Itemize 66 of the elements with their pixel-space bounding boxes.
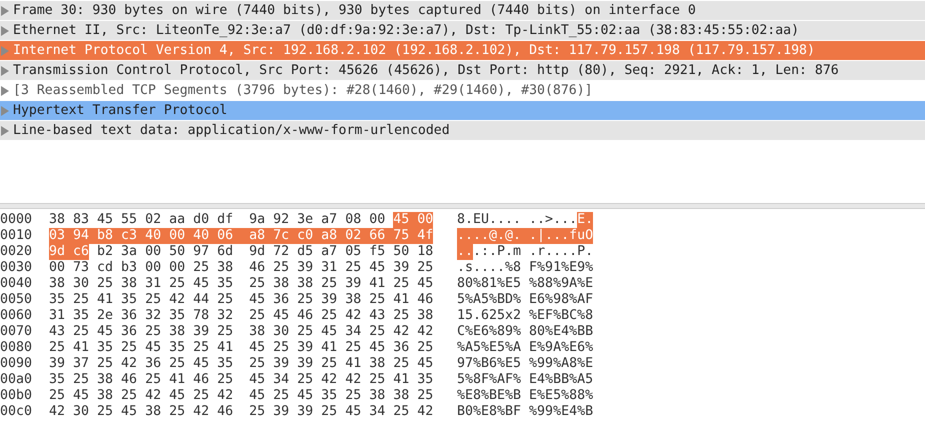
offset-label: 0020	[0, 244, 34, 260]
hex-bytes[interactable]: 9a 92 3e a7 08 00	[249, 212, 386, 228]
hex-bytes[interactable]: 25 39 39 25 45 34 25 42	[249, 404, 434, 420]
ascii-text[interactable]: .:.P.m	[473, 244, 522, 260]
hex-bytes[interactable]: 39 37 25 42 36 25 45 35	[49, 356, 234, 372]
hex-bytes[interactable]: 45 36 25 39 38 25 41 46	[249, 292, 434, 308]
hex-bytes[interactable]: 38 30 25 38 31 25 45 35	[49, 276, 234, 292]
hex-bytes[interactable]: 43 25 45 36 25 38 39 25	[49, 324, 234, 340]
hex-bytes[interactable]: 45 34 25 42 42 25 41 35	[249, 372, 434, 388]
ascii-text[interactable]: F%91%E9%	[529, 260, 594, 276]
offset-label: 0010	[0, 228, 34, 244]
hex-bytes[interactable]: 38 30 25 45 34 25 42 42	[249, 324, 434, 340]
ascii-text[interactable]: %A5%E5%A	[457, 340, 522, 356]
hex-bytes[interactable]: 46 25 39 31 25 45 39 25	[249, 260, 434, 276]
offset-label: 0040	[0, 276, 34, 292]
hex-bytes[interactable]: 00 73 cd b3 00 00 25 38	[49, 260, 234, 276]
hex-bytes[interactable]: 35 25 38 46 25 41 46 25	[49, 372, 234, 388]
ascii-text[interactable]: 80%E4%BB	[529, 324, 594, 340]
ascii-text[interactable]: %99%E4%B	[529, 404, 594, 420]
ascii-text[interactable]: C%E6%89%	[457, 324, 522, 340]
hex-bytes[interactable]: 25 38 38 25 39 41 25 45	[249, 276, 434, 292]
ascii-text[interactable]: 80%81%E5	[457, 276, 522, 292]
protocol-tree-row[interactable]: Line-based text data: application/x-www-form-urlencoded	[0, 121, 925, 140]
ascii-text[interactable]: 8.EU....	[457, 212, 522, 228]
hex-bytes[interactable]: 25 45 46 25 42 43 25 38	[249, 308, 434, 324]
ascii-text[interactable]: E%E5%88%	[529, 388, 594, 404]
ascii-text[interactable]: .r....P.	[529, 244, 594, 260]
ascii-text[interactable]: 97%B6%E5	[457, 356, 522, 372]
ascii-text[interactable]: E%9A%E6%	[529, 340, 594, 356]
hex-bytes[interactable]: 25 41 35 25 45 35 25 41	[49, 340, 234, 356]
ascii-text[interactable]: 15.625x2	[457, 308, 522, 324]
hex-bytes[interactable]: 31 35 2e 36 32 35 78 32	[49, 308, 234, 324]
offset-label: 0090	[0, 356, 34, 372]
ascii-text[interactable]: 5%8F%AF%	[457, 372, 522, 388]
ascii-text[interactable]: %E8%BE%B	[457, 388, 522, 404]
ascii-text[interactable]: B0%E8%BF	[457, 404, 522, 420]
hex-bytes[interactable]: 25 45 38 25 42 45 25 42	[49, 388, 234, 404]
hex-bytes[interactable]: 42 30 25 45 38 25 42 46	[49, 404, 234, 420]
hex-bytes[interactable]: 45 25 45 35 25 38 38 25	[249, 388, 434, 404]
protocol-tree-row[interactable]: Transmission Control Protocol, Src Port: 45626 (45626), Dst Port: http (80), Seq: 2921, Ack: 1, Len: 876	[0, 61, 925, 80]
ascii-text[interactable]: ..>...	[529, 212, 578, 228]
ascii-text[interactable]: 5%A5%BD%	[457, 292, 522, 308]
hex-bytes[interactable]: 45 25 39 41 25 45 36 25	[249, 340, 434, 356]
hex-bytes[interactable]: 35 25 41 35 25 42 44 25	[49, 292, 234, 308]
ascii-text[interactable]: %99%A8%E	[529, 356, 594, 372]
offset-label: 00c0	[0, 404, 34, 420]
offset-label: 0030	[0, 260, 34, 276]
offset-label: 0070	[0, 324, 34, 340]
hex-bytes[interactable]: 9d 72 d5 a7 05 f5 50 18	[249, 244, 434, 260]
ascii-text[interactable]: %88%9A%E	[529, 276, 594, 292]
offset-label: 0000	[0, 212, 34, 228]
ascii-text[interactable]: .s....%8	[457, 260, 522, 276]
ascii-text[interactable]: E4%BB%A5	[529, 372, 594, 388]
protocol-tree-row[interactable]: Hypertext Transfer Protocol	[0, 101, 925, 120]
ascii-text[interactable]: %EF%BC%8	[529, 308, 594, 324]
offset-label: 0080	[0, 340, 34, 356]
protocol-tree-row[interactable]: Ethernet II, Src: LiteonTe_92:3e:a7 (d0:df:9a:92:3e:a7), Dst: Tp-LinkT_55:02:aa (38:83:45:55:02:aa)	[0, 21, 925, 40]
offset-label: 00b0	[0, 388, 34, 404]
offset-label: 00a0	[0, 372, 34, 388]
hex-bytes[interactable]: 25 39 39 25 41 38 25 45	[249, 356, 434, 372]
offset-label: 0050	[0, 292, 34, 308]
hex-bytes[interactable]: b2 3a 00 50 97 6d	[97, 244, 234, 260]
protocol-tree-row[interactable]: Frame 30: 930 bytes on wire (7440 bits), 930 bytes captured (7440 bits) on interface 0	[0, 1, 925, 20]
ascii-text[interactable]: E6%98%AF	[529, 292, 594, 308]
offset-label: 0060	[0, 308, 34, 324]
hex-bytes[interactable]: 38 83 45 55 02 aa d0 df	[49, 212, 234, 228]
